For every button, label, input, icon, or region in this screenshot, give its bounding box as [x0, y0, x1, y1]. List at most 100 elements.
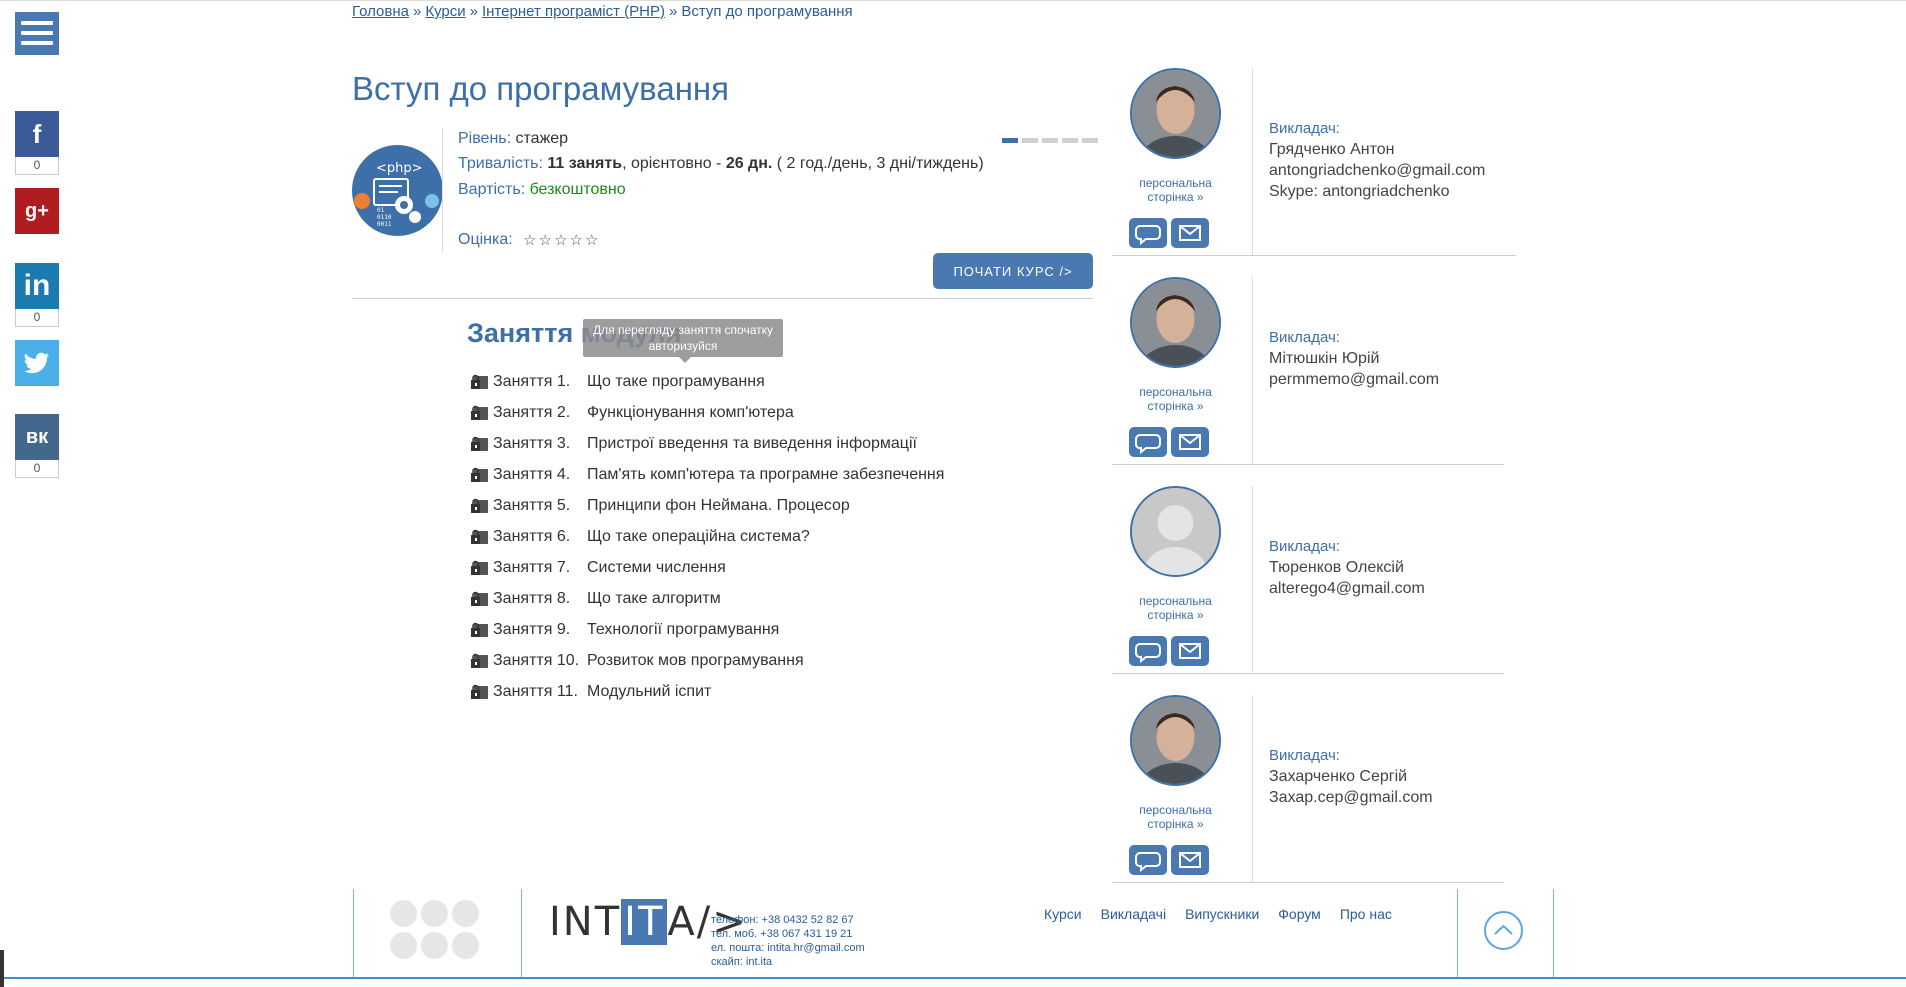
lesson-item[interactable]: Заняття 7. Системи числення — [470, 552, 944, 583]
chat-button[interactable] — [1129, 427, 1167, 457]
lesson-number: Заняття 7. — [493, 558, 571, 576]
footer-google-plus-icon[interactable] — [452, 900, 479, 927]
twitter-icon[interactable] — [15, 340, 59, 386]
lesson-item[interactable]: Заняття 1. Що таке програмування — [470, 366, 944, 397]
lock-icon — [470, 653, 489, 669]
lesson-title: Функціонування комп'ютера — [587, 403, 794, 421]
teacher-label: Викладач: — [1269, 538, 1340, 555]
teacher-info: Мітюшкін Юрій permmemo@gmail.com — [1269, 348, 1439, 390]
teacher-page-link[interactable]: персональна сторінка » — [1118, 594, 1233, 622]
breadcrumb-home[interactable]: Головна — [352, 3, 409, 20]
lesson-number: Заняття 6. — [493, 527, 571, 545]
teacher-avatar[interactable] — [1130, 486, 1221, 577]
menu-icon[interactable] — [15, 12, 59, 55]
footer-youtube-icon[interactable] — [421, 900, 448, 927]
footer-nav-courses[interactable]: Курси — [1044, 906, 1082, 922]
level-label: Рівень: — [458, 130, 512, 147]
message-button[interactable] — [1171, 636, 1209, 666]
duration-label: Тривалість: — [458, 155, 543, 172]
scroll-up-button[interactable] — [1484, 911, 1523, 950]
footer-nav-teachers[interactable]: Викладачі — [1101, 906, 1166, 922]
lesson-item[interactable]: Заняття 5. Принципи фон Неймана. Процесор — [470, 490, 944, 521]
message-button[interactable] — [1171, 845, 1209, 875]
svg-text:0110: 0110 — [377, 214, 392, 221]
lesson-item[interactable]: Заняття 4. Пам'ять комп'ютера та програмн… — [470, 459, 944, 490]
mail-icon — [1179, 225, 1201, 241]
chat-icon — [1135, 852, 1161, 873]
teacher-avatar[interactable] — [1130, 277, 1221, 368]
price-value: безкоштовно — [529, 181, 626, 198]
footer-skype: скайп: int.ita — [711, 956, 773, 968]
teacher-email: Захар.сер@gmail.com — [1269, 789, 1433, 806]
teacher-divider — [1252, 695, 1253, 882]
lesson-title: Технології програмування — [587, 620, 780, 638]
breadcrumb-current: Вступ до програмування — [681, 3, 853, 20]
teacher-skype: Skype: antongriadchenko — [1269, 183, 1450, 200]
lesson-item[interactable]: Заняття 6. Що таке операційна система? — [470, 521, 944, 552]
lesson-title: Що таке програмування — [587, 372, 765, 390]
message-button[interactable] — [1171, 218, 1209, 248]
google-plus-icon[interactable]: g+ — [15, 188, 59, 234]
lesson-number: Заняття 3. — [493, 434, 571, 452]
teacher-card: персональна сторінка » Викладач: Грядченко… — [1112, 68, 1516, 269]
breadcrumb-courses[interactable]: Курси — [425, 3, 465, 20]
lesson-number: Заняття 10. — [493, 651, 580, 669]
lesson-title: Розвиток мов програмування — [587, 651, 804, 669]
teacher-card: персональна сторінка » Викладач: Захарченк… — [1112, 695, 1516, 896]
teacher-bottom-divider — [1112, 255, 1516, 256]
lesson-item[interactable]: Заняття 8. Що таке алгоритм — [470, 583, 944, 614]
lesson-number: Заняття 11. — [493, 682, 578, 700]
teacher-info: Грядченко Антон antongriadchenko@gmail.co… — [1269, 139, 1485, 202]
lesson-item[interactable]: Заняття 10. Розвиток мов програмування — [470, 645, 944, 676]
teacher-divider — [1252, 277, 1253, 464]
footer-mobile: тел. моб. +38 067 431 19 21 — [711, 928, 853, 940]
breadcrumb-program[interactable]: Інтернет програміст (PHP) — [482, 3, 665, 20]
lesson-number: Заняття 4. — [493, 465, 571, 483]
footer-nav: Курси Викладачі Випускники Форум Про нас — [1044, 906, 1392, 922]
footer-twitter-icon[interactable] — [390, 900, 417, 927]
footer-nav-about[interactable]: Про нас — [1340, 906, 1392, 922]
footer-bottom-line — [0, 977, 1906, 979]
lock-icon — [470, 591, 489, 607]
chat-button[interactable] — [1129, 845, 1167, 875]
lesson-number: Заняття 2. — [493, 403, 571, 421]
top-divider — [0, 0, 1906, 1]
lesson-item[interactable]: Заняття 9. Технології програмування — [470, 614, 944, 645]
duration-detail: ( 2 год./день, 3 дні/тиждень) — [776, 155, 984, 172]
linkedin-icon[interactable]: in — [15, 263, 59, 309]
footer-facebook-icon[interactable] — [390, 932, 417, 959]
footer-vk-icon[interactable] — [452, 932, 479, 959]
footer-divider — [521, 889, 522, 977]
auth-tooltip: Для перегляду заняття спочатку авторизуй… — [583, 319, 783, 363]
lesson-item[interactable]: Заняття 2. Функціонування комп'ютера — [470, 397, 944, 428]
vk-icon[interactable]: вк — [15, 414, 59, 460]
chat-button[interactable] — [1129, 636, 1167, 666]
teacher-name: Грядченко Антон — [1269, 141, 1395, 158]
duration-days: 26 дн. — [725, 155, 773, 172]
lesson-item[interactable]: Заняття 3. Пристрої введення та виведення… — [470, 428, 944, 459]
chat-icon — [1135, 434, 1161, 455]
lesson-title: Пам'ять комп'ютера та програмне забезпеч… — [587, 465, 945, 483]
star-icon: ☆ — [538, 232, 553, 249]
lesson-number: Заняття 9. — [493, 620, 571, 638]
teacher-email: antongriadchenko@gmail.com — [1269, 162, 1486, 179]
facebook-icon[interactable]: f — [15, 111, 59, 157]
footer-nav-forum[interactable]: Форум — [1278, 906, 1321, 922]
lock-icon — [470, 529, 489, 545]
start-course-button[interactable]: ПОЧАТИ КУРС /> — [933, 253, 1093, 289]
teacher-page-link[interactable]: персональна сторінка » — [1118, 385, 1233, 413]
footer-linkedin-icon[interactable] — [421, 932, 448, 959]
teacher-bottom-divider — [1112, 673, 1504, 674]
page-title: Вступ до програмування — [352, 70, 730, 107]
teacher-divider — [1252, 486, 1253, 673]
footer-nav-graduates[interactable]: Випускники — [1185, 906, 1259, 922]
teacher-page-link[interactable]: персональна сторінка » — [1118, 176, 1233, 204]
message-button[interactable] — [1171, 427, 1209, 457]
chat-button[interactable] — [1129, 218, 1167, 248]
teacher-avatar[interactable] — [1130, 68, 1221, 159]
price-label: Вартість: — [458, 181, 526, 198]
teacher-page-link[interactable]: персональна сторінка » — [1118, 803, 1233, 831]
duration-mid: , орієнтовно - — [622, 155, 722, 172]
teacher-avatar[interactable] — [1130, 695, 1221, 786]
lesson-item[interactable]: Заняття 11. Модульний іспит — [470, 676, 944, 707]
